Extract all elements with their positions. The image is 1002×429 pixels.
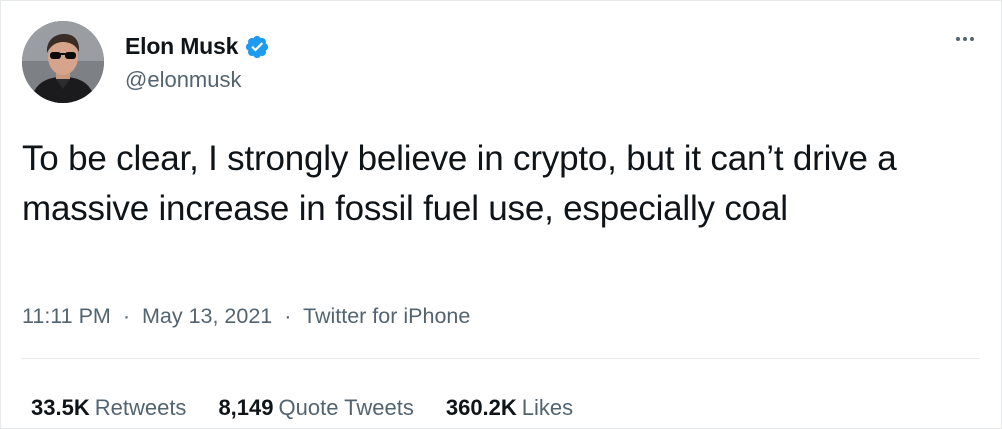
verified-badge-icon	[244, 34, 270, 60]
likes-count: 360.2K	[445, 395, 517, 420]
more-horizontal-icon	[956, 37, 960, 41]
tweet-time[interactable]: 11:11 PM	[22, 304, 111, 328]
retweets-stat[interactable]: 33.5K Retweets	[31, 395, 186, 421]
tweet-stats: 33.5K Retweets 8,149 Quote Tweets 360.2K Li…	[31, 395, 573, 421]
profile-photo-icon	[22, 21, 104, 103]
tweet-text: To be clear, I strongly believe in crypt…	[22, 139, 897, 228]
user-handle[interactable]: @elonmusk	[125, 67, 242, 93]
meta-separator: ·	[284, 304, 292, 328]
tweet-date[interactable]: May 13, 2021	[142, 304, 272, 328]
retweets-count: 33.5K	[31, 395, 90, 420]
avatar[interactable]	[22, 21, 104, 103]
name-row: Elon Musk	[125, 33, 270, 60]
display-name[interactable]: Elon Musk	[125, 33, 238, 60]
tweet-card: Elon Musk @elonmusk To be clear, I stron…	[0, 0, 1002, 429]
tweet-source-link[interactable]: Twitter for iPhone	[303, 304, 470, 328]
quote-tweets-stat[interactable]: 8,149 Quote Tweets	[218, 395, 413, 421]
likes-stat[interactable]: 360.2K Likes	[446, 395, 573, 421]
quote-tweets-label: Quote Tweets	[278, 395, 414, 420]
retweets-label: Retweets	[94, 395, 187, 420]
quote-tweets-count: 8,149	[218, 395, 274, 420]
more-dot	[970, 37, 974, 41]
more-dot	[963, 37, 967, 41]
more-options-button[interactable]	[951, 29, 979, 49]
tweet-meta: 11:11 PM · May 13, 2021 · Twitter for iP…	[22, 304, 470, 329]
meta-separator: ·	[122, 304, 130, 328]
likes-label: Likes	[521, 395, 574, 420]
divider	[22, 358, 980, 359]
